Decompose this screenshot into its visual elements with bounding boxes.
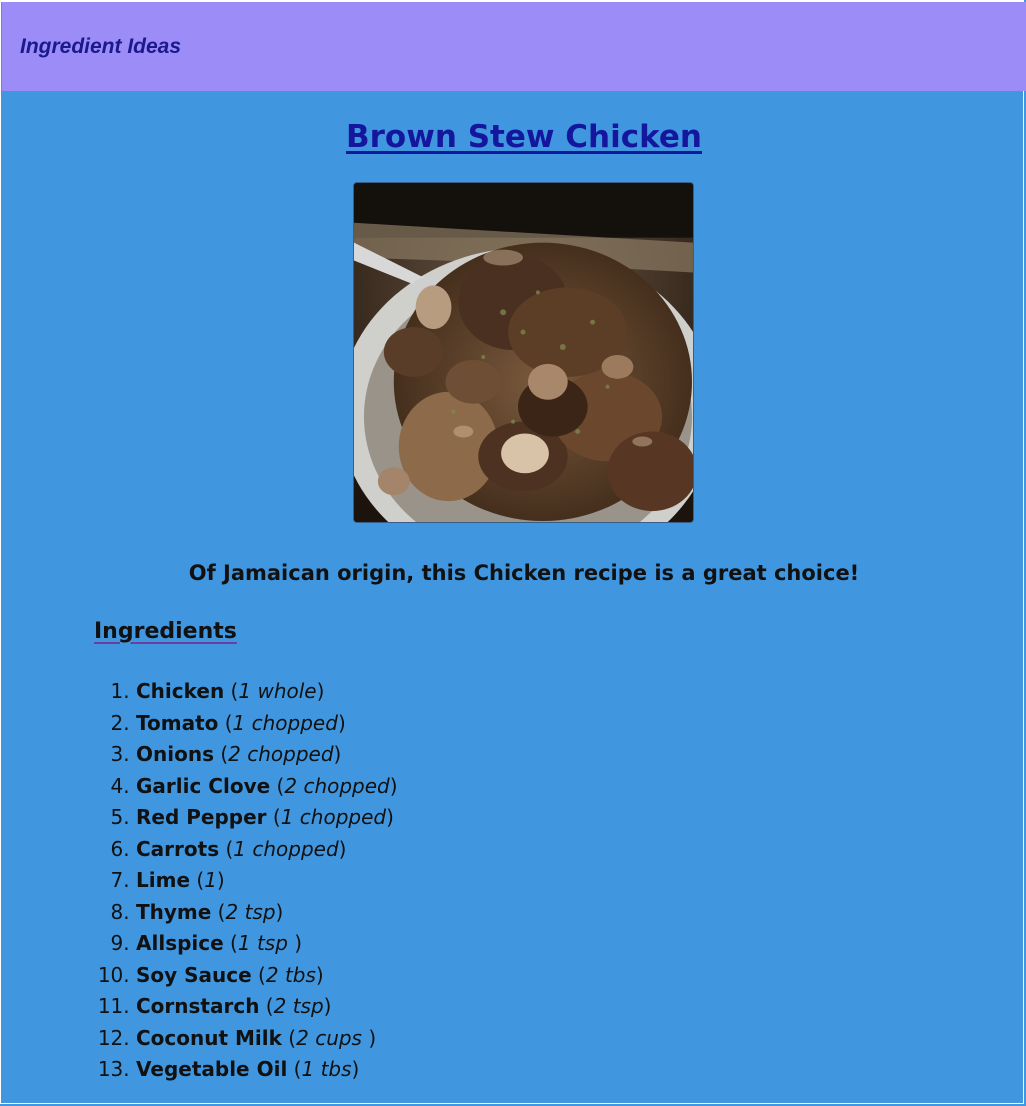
ingredient-item: Thyme (2 tsp): [136, 897, 398, 929]
ingredient-item: Chicken (1 whole): [136, 676, 398, 708]
ingredient-name: Tomato: [136, 710, 219, 735]
ingredient-item: Vegetable Oil (1 tbs): [136, 1054, 398, 1086]
ingredients-list: Chicken (1 whole) Tomato (1 chopped) Oni…: [92, 676, 398, 1086]
ingredient-name: Allspice: [136, 931, 224, 955]
ingredient-name: Lime: [136, 868, 191, 892]
ingredient-quantity: 2 chopped: [284, 773, 390, 798]
ingredient-name: Thyme: [136, 899, 212, 924]
ingredient-quantity: 1 whole: [238, 679, 317, 703]
recipe-content: Brown Stew Chicken Of Jamaican origin, t…: [0, 91, 1026, 1106]
ingredient-name: Vegetable Oil: [136, 1057, 288, 1081]
ingredient-name: Onions: [136, 742, 214, 766]
ingredient-quantity: 1 chopped: [233, 836, 339, 861]
ingredient-item: Lime (1): [136, 865, 398, 897]
ingredient-quantity: 1 chopped: [280, 805, 387, 829]
ingredient-item: Cornstarch (2 tsp): [136, 991, 398, 1023]
ingredient-item: Carrots (1 chopped): [136, 834, 398, 866]
ingredient-item: Garlic Clove (2 chopped): [136, 771, 398, 803]
ingredient-quantity: 2 cups: [296, 1025, 369, 1050]
ingredient-quantity: 2 tsp: [273, 994, 324, 1018]
top-header: Ingredient Ideas: [2, 2, 1026, 91]
ingredient-name: Cornstarch: [136, 994, 260, 1018]
ingredient-name: Soy Sauce: [136, 962, 252, 987]
ingredient-item: Soy Sauce (2 tbs): [136, 960, 398, 992]
brand-link[interactable]: Ingredient Ideas: [20, 35, 181, 59]
ingredient-quantity: 1 tbs: [301, 1057, 352, 1081]
recipe-image: [353, 182, 694, 523]
ingredient-quantity: 1 tsp: [237, 931, 295, 955]
ingredient-item: Tomato (1 chopped): [136, 708, 398, 740]
recipe-title-link[interactable]: Brown Stew Chicken: [0, 119, 1026, 155]
ingredient-item: Onions (2 chopped): [136, 739, 398, 771]
ingredient-item: Red Pepper (1 chopped): [136, 802, 398, 834]
ingredients-heading: Ingredients: [94, 619, 237, 644]
ingredient-item: Coconut Milk (2 cups ): [136, 1023, 398, 1055]
ingredient-quantity: 1: [204, 868, 217, 892]
ingredient-name: Chicken: [136, 679, 225, 703]
ingredient-name: Garlic Clove: [136, 773, 271, 798]
recipe-tagline: Of Jamaican origin, this Chicken recipe …: [188, 561, 860, 585]
ingredient-quantity: 2 tbs: [265, 962, 316, 987]
ingredient-item: Allspice (1 tsp ): [136, 928, 398, 960]
ingredient-name: Coconut Milk: [136, 1025, 282, 1050]
ingredient-name: Red Pepper: [136, 805, 267, 829]
ingredient-quantity: 2 tsp: [225, 899, 276, 924]
ingredient-quantity: 1 chopped: [232, 710, 338, 735]
ingredient-quantity: 2 chopped: [228, 742, 334, 766]
stew-photo-illustration: [354, 183, 693, 522]
ingredient-name: Carrots: [136, 836, 220, 861]
